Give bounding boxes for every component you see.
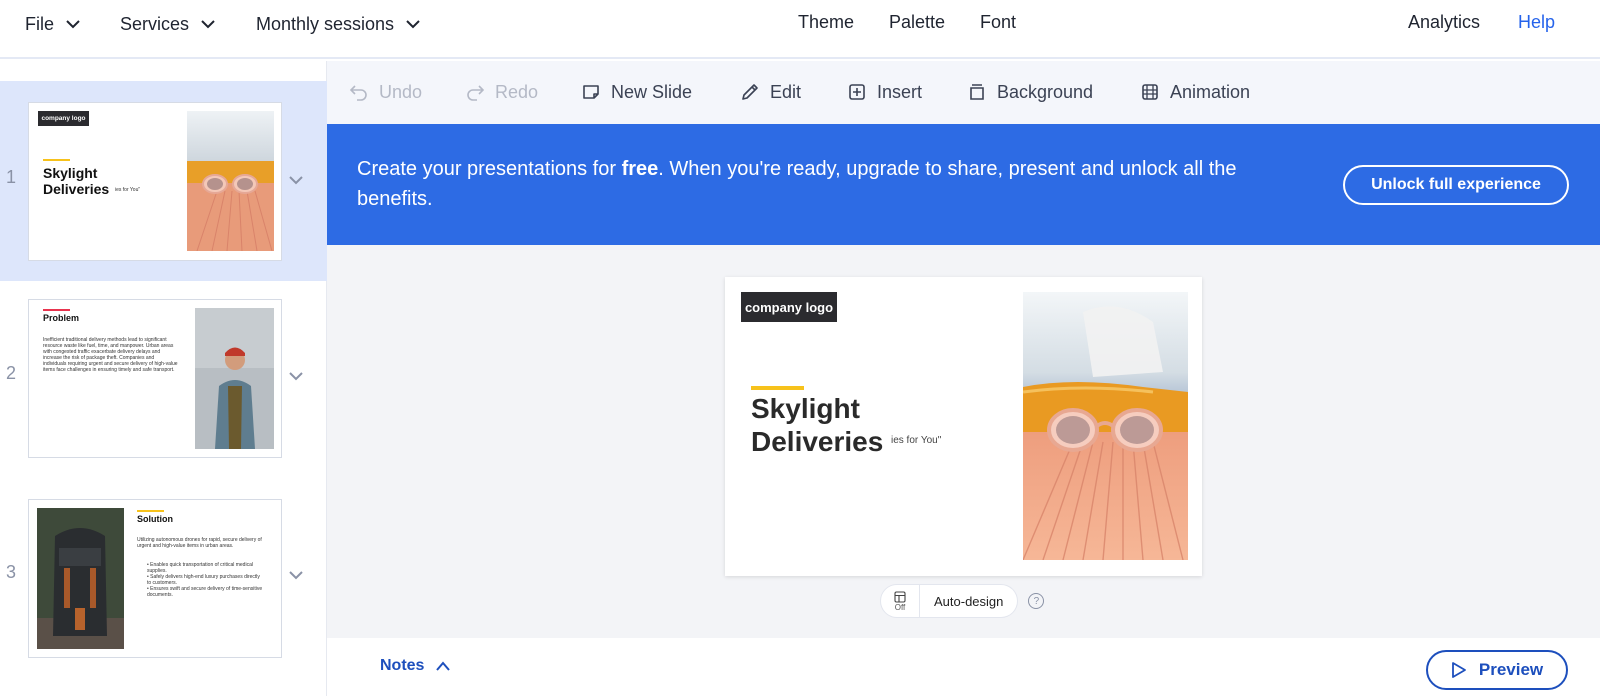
slide-title: Solution <box>137 514 173 524</box>
redo-button[interactable]: Redo <box>465 79 538 105</box>
theme-menu[interactable]: Theme <box>798 12 854 33</box>
banner-text-bold: free <box>621 158 659 180</box>
background-label: Background <box>997 81 1094 102</box>
bullet-text: Safely delivers high-end luxury purchase… <box>147 574 260 586</box>
notes-label: Notes <box>380 657 425 674</box>
film-icon <box>1142 84 1158 100</box>
plus-square-icon <box>849 84 865 100</box>
presentation-title-menu[interactable]: Monthly sessions <box>256 12 422 36</box>
redo-label: Redo <box>495 81 539 102</box>
bullet-text: Ensures swift and secure delivery of tim… <box>147 586 263 598</box>
bullet-text: Enables quick transportation of critical… <box>147 562 253 574</box>
preview-button[interactable]: Preview <box>1426 650 1568 690</box>
list-item: • Safely delivers high-end luxury purcha… <box>147 574 260 586</box>
auto-design-toggle[interactable]: Off <box>880 584 920 618</box>
undo-button[interactable]: Undo <box>349 79 422 105</box>
slide-canvas-area: company logo Skylight Deliveries ies for… <box>327 245 1600 638</box>
insert-label: Insert <box>877 81 923 102</box>
preview-label: Preview <box>1478 660 1544 679</box>
new-slide-icon <box>583 85 599 99</box>
edit-button[interactable]: Edit <box>740 79 801 105</box>
chevron-down-icon <box>66 20 80 29</box>
man-photo <box>195 308 274 449</box>
slide-subtitle[interactable]: ies for You" <box>891 435 941 446</box>
slide-thumbnail-row-1[interactable]: 1 company logo Skylight Deliveries ies f… <box>0 81 327 281</box>
slide-subtitle: ies for You" <box>115 187 141 193</box>
slide-thumbnail-row-2[interactable]: 2 Problem Inefficient traditional delive… <box>0 281 327 481</box>
slide-bullet-list: • Enables quick transportation of critic… <box>147 562 265 598</box>
layout-icon <box>894 590 906 603</box>
slide-thumbnail-panel: 1 company logo Skylight Deliveries ies f… <box>0 61 327 696</box>
bottom-bar: Notes Preview <box>327 638 1600 696</box>
animation-button[interactable]: Animation <box>1140 79 1250 105</box>
background-icon <box>970 84 984 100</box>
backpack-photo <box>37 508 124 649</box>
pencil-icon <box>742 84 758 100</box>
slide-thumbnail-2[interactable]: Problem Inefficient traditional delivery… <box>28 299 282 458</box>
new-slide-label: New Slide <box>611 81 693 102</box>
chevron-down-icon <box>201 20 215 29</box>
slide-thumbnail-1[interactable]: company logo Skylight Deliveries ies for… <box>28 102 282 261</box>
title-accent-bar <box>751 386 804 390</box>
slide-body: Inefficient traditional delivery methods… <box>43 337 178 373</box>
slide-number: 3 <box>6 562 17 582</box>
services-menu[interactable]: Services <box>120 12 217 36</box>
animation-label: Animation <box>1170 81 1251 102</box>
current-slide[interactable]: company logo Skylight Deliveries ies for… <box>725 277 1202 576</box>
help-icon[interactable]: ? <box>1028 593 1045 609</box>
title-accent-bar <box>137 510 164 512</box>
font-menu[interactable]: Font <box>980 12 1016 33</box>
unlock-full-experience-button[interactable]: Unlock full experience <box>1343 165 1569 205</box>
redo-icon <box>467 85 485 101</box>
slide-title: Problem <box>43 313 80 323</box>
help-link[interactable]: Help <box>1518 12 1555 33</box>
slide-thumbnail-row-3[interactable]: 3 Solution Utilizing autonomous drones f… <box>0 481 327 681</box>
edit-label: Edit <box>770 81 802 102</box>
slide-thumbnail-3[interactable]: Solution Utilizing autonomous drones for… <box>28 499 282 658</box>
chevron-down-icon[interactable] <box>286 366 306 386</box>
notes-toggle[interactable]: Notes <box>380 657 452 675</box>
editing-toolbar: Undo Redo New Slide Edit Insert Backgrou… <box>327 61 1600 124</box>
upgrade-banner: Create your presentations for free. When… <box>327 124 1600 245</box>
sunglasses-photo <box>187 111 274 251</box>
background-button[interactable]: Background <box>967 79 1093 105</box>
services-menu-label: Services <box>120 13 190 34</box>
sunglasses-photo[interactable] <box>1023 292 1188 560</box>
chevron-down-icon <box>406 20 420 29</box>
palette-menu[interactable]: Palette <box>889 12 945 33</box>
undo-icon <box>349 85 367 101</box>
slide-number: 2 <box>6 363 17 383</box>
list-item: • Ensures swift and secure delivery of t… <box>147 586 263 598</box>
banner-text-start: Create your presentations for <box>357 158 622 180</box>
upgrade-banner-text: Create your presentations for free. When… <box>357 154 1317 214</box>
insert-button[interactable]: Insert <box>847 79 922 105</box>
slide-title[interactable]: Skylight Deliveries <box>751 392 911 458</box>
auto-design-button[interactable]: Auto-design <box>920 584 1019 618</box>
company-logo: company logo <box>38 111 89 126</box>
list-item: • Enables quick transportation of critic… <box>147 562 253 574</box>
title-accent-bar <box>43 159 70 161</box>
file-menu[interactable]: File <box>25 12 82 36</box>
chevron-down-icon[interactable] <box>286 565 306 585</box>
undo-label: Undo <box>379 81 423 102</box>
title-accent-bar <box>43 309 70 311</box>
auto-design-control: Off Auto-design ? <box>880 584 1045 618</box>
play-icon <box>1451 662 1466 678</box>
chevron-down-icon[interactable] <box>286 170 306 190</box>
slide-number: 1 <box>6 167 17 187</box>
top-menu-bar: File Services Monthly sessions Theme Pal… <box>0 0 1600 59</box>
slide-title: Skylight Deliveries <box>43 165 110 197</box>
company-logo[interactable]: company logo <box>741 292 837 322</box>
presentation-title: Monthly sessions <box>256 13 395 34</box>
auto-design-state: Off <box>894 602 906 612</box>
slide-body: Utilizing autonomous drones for rapid, s… <box>137 537 262 549</box>
chevron-up-icon <box>436 661 451 671</box>
new-slide-button[interactable]: New Slide <box>581 79 692 105</box>
analytics-link[interactable]: Analytics <box>1408 12 1480 33</box>
file-menu-label: File <box>25 13 55 34</box>
